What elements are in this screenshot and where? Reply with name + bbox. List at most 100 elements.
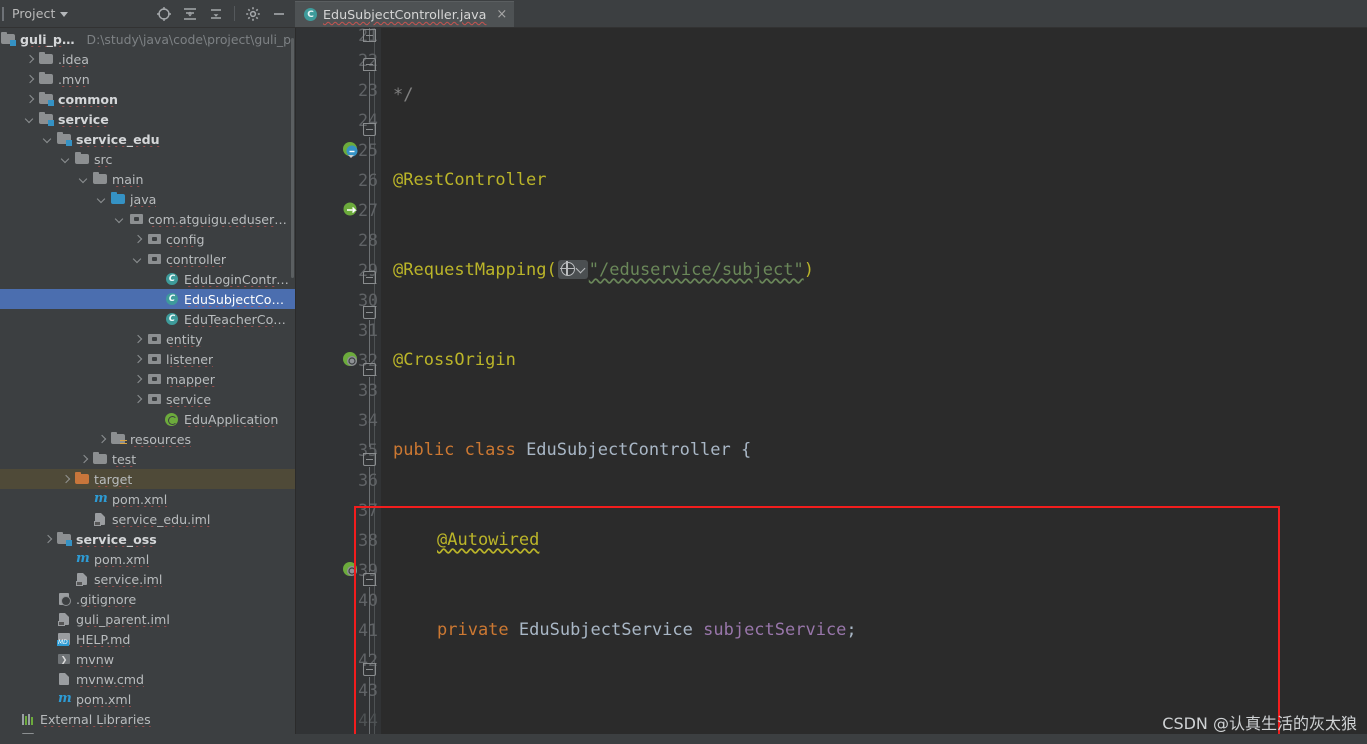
autowired-gutter-icon[interactable] — [342, 201, 360, 219]
fold-marker[interactable] — [363, 123, 376, 136]
chevron-down-icon[interactable] — [116, 215, 125, 224]
tree-row-listener[interactable]: listener — [0, 349, 295, 369]
expand-all-icon[interactable] — [208, 6, 224, 22]
tree-row-eduteachercontroller[interactable]: CEduTeacherController — [0, 309, 295, 329]
project-panel-title-label: Project — [12, 6, 56, 21]
tree-row-mapper[interactable]: mapper — [0, 369, 295, 389]
watermark-text: CSDN @认真生活的灰太狼 — [1162, 714, 1357, 733]
tree-row-edulogincontroller[interactable]: CEduLoginController — [0, 269, 295, 289]
tree-row-java[interactable]: java — [0, 189, 295, 209]
chevron-down-icon[interactable] — [134, 255, 143, 264]
folder-source-icon — [110, 191, 126, 207]
java-class-icon: C — [304, 8, 317, 21]
tree-scrollbar-thumb[interactable] — [291, 38, 294, 278]
tree-row-service-edu[interactable]: service_edu — [0, 129, 295, 149]
chevron-down-icon[interactable] — [98, 195, 107, 204]
fold-marker[interactable] — [363, 58, 376, 71]
tree-row-main[interactable]: main — [0, 169, 295, 189]
tree-row-mvnw-cmd[interactable]: mvnw.cmd — [0, 669, 295, 689]
iml-file-icon — [92, 511, 108, 527]
tree-row-mvnw[interactable]: ❯ mvnw — [0, 649, 295, 669]
chevron-right-icon[interactable] — [44, 535, 53, 544]
tree-row-service-edu-iml[interactable]: service_edu.iml — [0, 509, 295, 529]
tree-row--gitignore[interactable]: .gitignore — [0, 589, 295, 609]
tree-row-pom-xml[interactable]: m pom.xml — [0, 489, 295, 509]
tree-row-test[interactable]: test — [0, 449, 295, 469]
tree-row-root[interactable]: guli_parent D:\study\java\code\project\g… — [0, 29, 295, 49]
chevron-right-icon[interactable] — [26, 75, 35, 84]
spring-bean-gutter-icon[interactable] — [342, 141, 360, 159]
chevron-down-icon[interactable] — [26, 115, 35, 124]
tree-row-service[interactable]: service — [0, 389, 295, 409]
chevron-down-icon[interactable] — [60, 12, 69, 17]
editor-gutter[interactable]: 21 22 23 24 25 26 27 28 29 — [296, 28, 381, 744]
folder-icon — [38, 71, 54, 87]
tree-scrollbar[interactable] — [290, 28, 295, 744]
spring-mapping-gutter-icon[interactable] — [342, 351, 360, 369]
folder-icon — [92, 451, 108, 467]
tree-row-pom-xml[interactable]: m pom.xml — [0, 689, 295, 709]
collapse-all-icon[interactable] — [182, 6, 198, 22]
tree-row-common[interactable]: common — [0, 89, 295, 109]
chevron-right-icon[interactable] — [62, 475, 71, 484]
fold-marker[interactable] — [363, 363, 376, 376]
tree-row-pom-xml[interactable]: m pom.xml — [0, 549, 295, 569]
code-content[interactable]: */ @RestController @RequestMapping("/edu… — [381, 28, 1367, 744]
code-editor[interactable]: 21 22 23 24 25 26 27 28 29 — [296, 28, 1367, 744]
main-body: guli_parent D:\study\java\code\project\g… — [0, 28, 1367, 744]
spring-mapping-gutter-icon[interactable] — [342, 561, 360, 579]
tree-row-target[interactable]: target — [0, 469, 295, 489]
fold-marker[interactable] — [363, 306, 376, 319]
chevron-down-icon[interactable] — [44, 135, 53, 144]
tree-row-label: controller — [166, 251, 227, 267]
chevron-right-icon[interactable] — [134, 335, 143, 344]
fold-marker[interactable] — [363, 573, 376, 586]
tree-row-external-libraries[interactable]: External Libraries — [0, 709, 295, 729]
tree-row--idea[interactable]: .idea — [0, 49, 295, 69]
chevron-right-icon[interactable] — [80, 455, 89, 464]
fold-marker[interactable] — [363, 663, 376, 676]
project-panel-title[interactable]: Project — [12, 6, 69, 21]
chevron-right-icon[interactable] — [134, 355, 143, 364]
project-tree[interactable]: guli_parent D:\study\java\code\project\g… — [0, 28, 295, 744]
fold-markers[interactable] — [359, 28, 381, 744]
tree-row--mvn[interactable]: .mvn — [0, 69, 295, 89]
tree-row-label: mvnw.cmd — [76, 671, 145, 687]
tree-row-entity[interactable]: entity — [0, 329, 295, 349]
tree-row-resources[interactable]: resources — [0, 429, 295, 449]
tab-edusubjectcontroller[interactable]: C EduSubjectController.java × — [295, 1, 515, 27]
tree-row-controller[interactable]: controller — [0, 249, 295, 269]
tree-row-com-atguigu-eduservice[interactable]: com.atguigu.eduservice — [0, 209, 295, 229]
chevron-right-icon[interactable] — [98, 435, 107, 444]
tree-row-eduapplication[interactable]: EduApplication — [0, 409, 295, 429]
chevron-right-icon[interactable] — [134, 375, 143, 384]
fold-marker[interactable] — [363, 271, 376, 284]
minimize-icon[interactable] — [271, 6, 287, 22]
tree-row-config[interactable]: config — [0, 229, 295, 249]
tree-row-src[interactable]: src — [0, 149, 295, 169]
tree-row-edusubjectcontroller[interactable]: CEduSubjectController — [0, 289, 295, 309]
tree-row-service-iml[interactable]: service.iml — [0, 569, 295, 589]
tree-row-service-oss[interactable]: service_oss — [0, 529, 295, 549]
fold-marker[interactable] — [363, 453, 376, 466]
chevron-down-icon[interactable] — [62, 155, 71, 164]
close-icon[interactable]: × — [496, 8, 507, 21]
tree-row-help-md[interactable]: HELP.md — [0, 629, 295, 649]
fold-marker[interactable] — [363, 29, 376, 42]
gear-icon[interactable] — [245, 6, 261, 22]
tree-row-guli-parent-iml[interactable]: guli_parent.iml — [0, 609, 295, 629]
chevron-down-icon[interactable] — [80, 175, 89, 184]
chevron-right-icon[interactable] — [26, 95, 35, 104]
web-mapping-icon[interactable] — [557, 260, 588, 279]
code-line-26: @Autowired — [437, 530, 540, 550]
tree-row-service[interactable]: service — [0, 109, 295, 129]
locate-icon[interactable] — [156, 6, 172, 22]
chevron-right-icon[interactable] — [134, 395, 143, 404]
chevron-right-icon[interactable] — [26, 55, 35, 64]
chevron-right-icon[interactable] — [134, 235, 143, 244]
